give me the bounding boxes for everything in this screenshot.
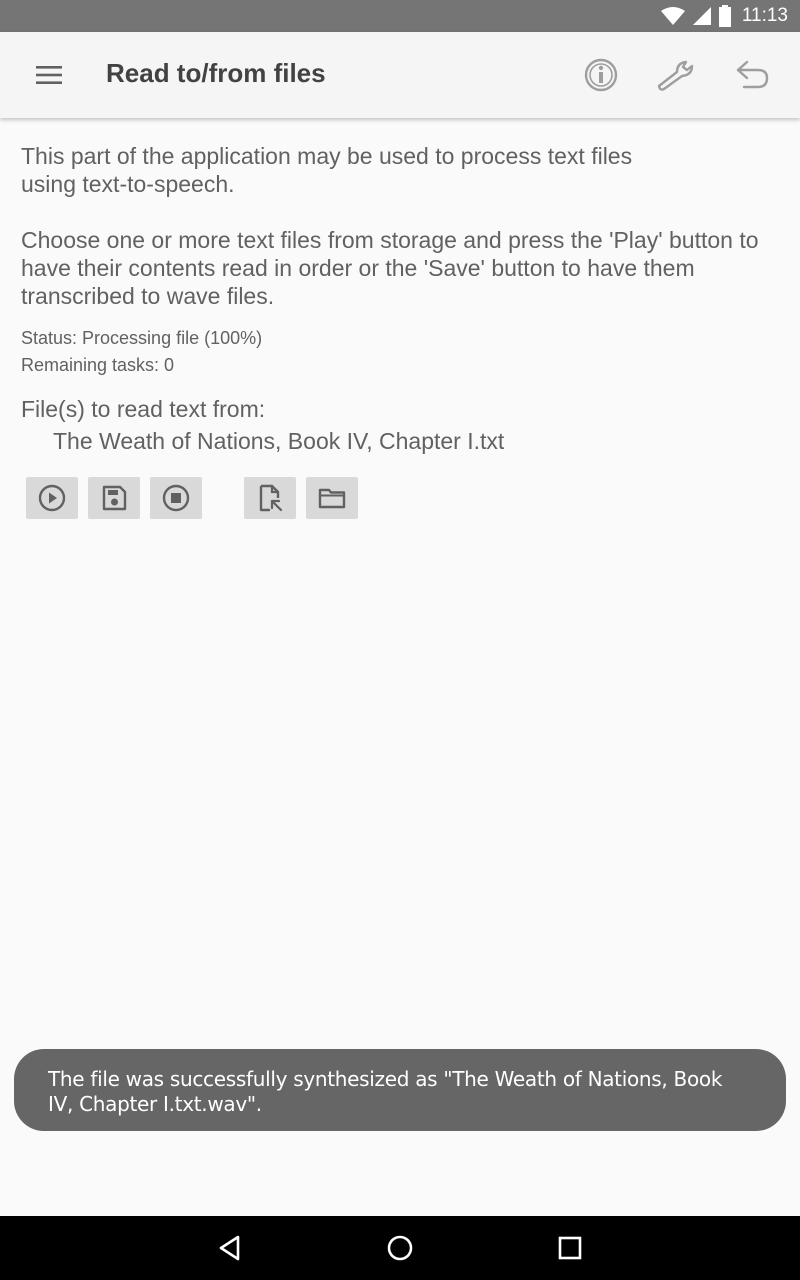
menu-icon xyxy=(36,66,62,84)
recents-square-icon xyxy=(558,1236,582,1260)
menu-button[interactable] xyxy=(24,57,74,93)
stop-icon xyxy=(162,484,190,512)
instructions-text: Choose one or more text files from stora… xyxy=(21,227,759,309)
folder-button[interactable] xyxy=(306,477,358,519)
file-select-icon xyxy=(259,484,283,512)
intro-text: This part of the application may be used… xyxy=(21,143,633,197)
clock: 11:13 xyxy=(741,5,788,26)
save-button[interactable] xyxy=(88,477,140,519)
wrench-icon xyxy=(657,60,694,91)
app-bar: Read to/from files xyxy=(0,32,800,118)
info-button[interactable] xyxy=(577,52,625,98)
play-button[interactable] xyxy=(26,477,78,519)
play-icon xyxy=(38,484,66,512)
wifi-icon xyxy=(660,6,686,26)
settings-button[interactable] xyxy=(652,52,700,98)
undo-button[interactable] xyxy=(728,52,776,98)
toast-message: The file was successfully synthesized as… xyxy=(14,1049,786,1131)
recents-button[interactable] xyxy=(540,1228,600,1268)
undo-icon xyxy=(736,60,769,89)
save-icon xyxy=(102,485,127,511)
files-label: File(s) to read text from: xyxy=(21,396,266,422)
status-text: Status: Processing file (100%) xyxy=(21,328,263,348)
navigation-bar xyxy=(0,1216,800,1280)
home-button[interactable] xyxy=(370,1228,430,1268)
back-triangle-icon xyxy=(219,1235,240,1261)
battery-icon xyxy=(718,5,732,27)
stop-button[interactable] xyxy=(150,477,202,519)
page-title: Read to/from files xyxy=(106,58,326,88)
status-bar: 11:13 xyxy=(0,0,800,32)
file-list-item[interactable]: The Weath of Nations, Book IV, Chapter I… xyxy=(53,428,504,455)
select-files-button[interactable] xyxy=(244,477,296,519)
remaining-tasks-text: Remaining tasks: 0 xyxy=(21,355,175,375)
back-button[interactable] xyxy=(200,1228,260,1268)
signal-icon xyxy=(692,6,712,26)
folder-icon xyxy=(318,488,346,509)
info-icon xyxy=(584,58,618,92)
home-circle-icon xyxy=(387,1235,413,1261)
